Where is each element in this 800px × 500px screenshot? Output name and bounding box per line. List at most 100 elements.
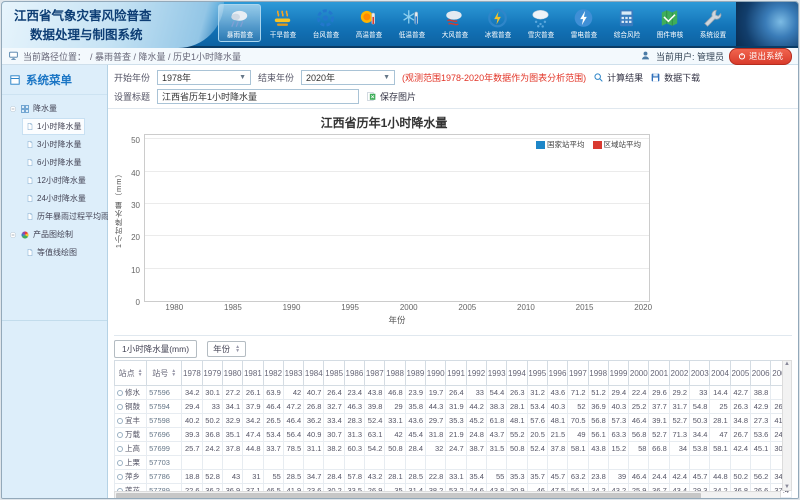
scroll-up-icon[interactable]: ▲: [784, 361, 790, 367]
data-table: 站点▲▼站号▲▼19781979198019811982198319841985…: [114, 360, 792, 498]
toolbar-item-map-audit[interactable]: 图件审核: [648, 4, 691, 42]
toolbar-item-hail[interactable]: 冰雹普查: [476, 4, 519, 42]
start-year-select[interactable]: 1978年 ▼: [157, 70, 251, 85]
column-header-year-2003[interactable]: 2003: [690, 361, 710, 386]
value-cell: 38.8: [751, 386, 771, 400]
value-cell: 55: [486, 470, 506, 484]
legend-item[interactable]: 区域站平均: [593, 139, 642, 150]
download-button[interactable]: 数据下载: [650, 71, 700, 84]
row-select-radio[interactable]: [117, 404, 123, 410]
column-header-station-id[interactable]: 站号▲▼: [147, 361, 182, 386]
sidebar-group-1[interactable]: 产品图绘制: [4, 226, 105, 243]
column-header-year-1991[interactable]: 1991: [446, 361, 466, 386]
unit-button[interactable]: 1小时降水量(mm): [114, 340, 197, 358]
station-id-cell: 57594: [147, 400, 182, 414]
column-header-year-1980[interactable]: 1980: [222, 361, 242, 386]
column-header-year-1987[interactable]: 1987: [365, 361, 385, 386]
toolbar-item-gale[interactable]: 大风普查: [433, 4, 476, 42]
expand-icon[interactable]: [9, 231, 17, 239]
table-row-57703[interactable]: 上栗57703: [115, 456, 792, 470]
toolbar-item-lightning[interactable]: 雷电普查: [562, 4, 605, 42]
column-header-year-1992[interactable]: 1992: [466, 361, 486, 386]
column-header-year-1993[interactable]: 1993: [486, 361, 506, 386]
row-select-radio[interactable]: [117, 432, 123, 438]
sidebar-group-0[interactable]: 降水量: [4, 100, 105, 117]
table-row-57594[interactable]: 铜鼓5759429.43334.137.946.447.226.832.746.…: [115, 400, 792, 414]
sidebar-item-0-0[interactable]: 1小时降水量: [22, 118, 85, 135]
table-row-57699[interactable]: 上高5769925.724.237.844.833.778.531.138.26…: [115, 442, 792, 456]
column-header-year-2000[interactable]: 2000: [629, 361, 649, 386]
chart-title-input[interactable]: 江西省历年1小时降水量: [157, 89, 359, 104]
column-header-year-1978[interactable]: 1978: [182, 361, 202, 386]
toolbar-item-rainstorm[interactable]: 暴雨普查: [218, 4, 261, 42]
toolbar-item-low-temp[interactable]: 低温普查: [390, 4, 433, 42]
column-header-year-1984[interactable]: 1984: [304, 361, 324, 386]
column-header-year-1999[interactable]: 1999: [608, 361, 628, 386]
toolbar-item-typhoon[interactable]: 台风普查: [304, 4, 347, 42]
column-header-year-2001[interactable]: 2001: [649, 361, 669, 386]
sidebar-item-0-2[interactable]: 6小时降水量: [22, 154, 85, 171]
column-header-year-1983[interactable]: 1983: [283, 361, 303, 386]
scrollbar-thumb[interactable]: [116, 493, 701, 498]
column-header-year-2005[interactable]: 2005: [730, 361, 750, 386]
year-filter-dropdown[interactable]: 年份 ▲▼: [207, 341, 246, 357]
column-header-year-1981[interactable]: 1981: [243, 361, 263, 386]
horizontal-scrollbar[interactable]: [114, 491, 781, 498]
expand-icon[interactable]: [9, 105, 17, 113]
calculate-button[interactable]: 计算结果: [593, 71, 643, 84]
column-header-year-1986[interactable]: 1986: [344, 361, 364, 386]
column-header-year-1979[interactable]: 1979: [202, 361, 222, 386]
value-cell: [690, 456, 710, 470]
table-row-57786[interactable]: 萍乡5778618.852.843315528.534.728.457.843.…: [115, 470, 792, 484]
value-cell: [243, 456, 263, 470]
column-header-station[interactable]: 站点▲▼: [115, 361, 147, 386]
table-row-57696[interactable]: 万载5769639.336.835.147.453.456.440.930.73…: [115, 428, 792, 442]
row-select-radio[interactable]: [117, 446, 123, 452]
end-year-select[interactable]: 2020年 ▼: [301, 70, 395, 85]
column-header-year-1995[interactable]: 1995: [527, 361, 547, 386]
value-cell: 31.5: [486, 442, 506, 456]
toolbar-item-settings[interactable]: 系统设置: [691, 4, 734, 42]
column-header-year-2004[interactable]: 2004: [710, 361, 730, 386]
save-image-button[interactable]: 保存图片: [366, 90, 416, 103]
sidebar-item-0-4[interactable]: 24小时降水量: [22, 190, 90, 207]
sidebar-item-0-3[interactable]: 12小时降水量: [22, 172, 90, 189]
row-select-radio[interactable]: [117, 474, 123, 480]
value-cell: [344, 456, 364, 470]
toolbar-item-snow[interactable]: 雪灾普查: [519, 4, 562, 42]
legend-item[interactable]: 国家站平均: [536, 139, 585, 150]
column-header-year-1988[interactable]: 1988: [385, 361, 405, 386]
row-select-radio[interactable]: [117, 418, 123, 424]
toolbar-item-high-temp[interactable]: 高温普查: [347, 4, 390, 42]
column-header-year-1985[interactable]: 1985: [324, 361, 344, 386]
row-select-radio[interactable]: [117, 390, 123, 396]
row-select-radio[interactable]: [117, 460, 123, 466]
value-cell: 39.8: [365, 400, 385, 414]
column-header-year-1997[interactable]: 1997: [568, 361, 588, 386]
column-header-year-2006[interactable]: 2006: [751, 361, 771, 386]
column-header-year-1996[interactable]: 1996: [547, 361, 567, 386]
column-header-year-1998[interactable]: 1998: [588, 361, 608, 386]
sidebar-item-0-5[interactable]: 历年暴雨过程平均雨量: [22, 208, 121, 225]
table-row-57596[interactable]: 修水5759634.230.127.226.163.94240.726.423.…: [115, 386, 792, 400]
toolbar-item-drought[interactable]: 干旱普查: [261, 4, 304, 42]
column-header-year-1989[interactable]: 1989: [405, 361, 425, 386]
value-cell: 53.4: [527, 400, 547, 414]
toolbar-item-risk[interactable]: 综合风险: [605, 4, 648, 42]
column-header-year-1982[interactable]: 1982: [263, 361, 283, 386]
column-header-year-2002[interactable]: 2002: [669, 361, 689, 386]
column-header-year-1990[interactable]: 1990: [426, 361, 446, 386]
value-cell: [426, 456, 446, 470]
value-cell: [486, 456, 506, 470]
vertical-scrollbar[interactable]: ▲▼: [782, 360, 792, 491]
scroll-down-icon[interactable]: ▼: [784, 484, 790, 490]
sidebar-item-0-1[interactable]: 3小时降水量: [22, 136, 85, 153]
value-cell: 21.5: [547, 428, 567, 442]
value-cell: 42.9: [751, 400, 771, 414]
column-header-year-1994[interactable]: 1994: [507, 361, 527, 386]
value-cell: [365, 456, 385, 470]
table-row-57598[interactable]: 宜丰5759840.250.232.934.226.546.436.233.42…: [115, 414, 792, 428]
sidebar-item-1-0[interactable]: 等值线绘图: [22, 244, 81, 261]
controls-row-2: 设置标题 江西省历年1小时降水量 保存图片: [114, 87, 792, 106]
logout-button[interactable]: 退出系统: [729, 48, 792, 65]
